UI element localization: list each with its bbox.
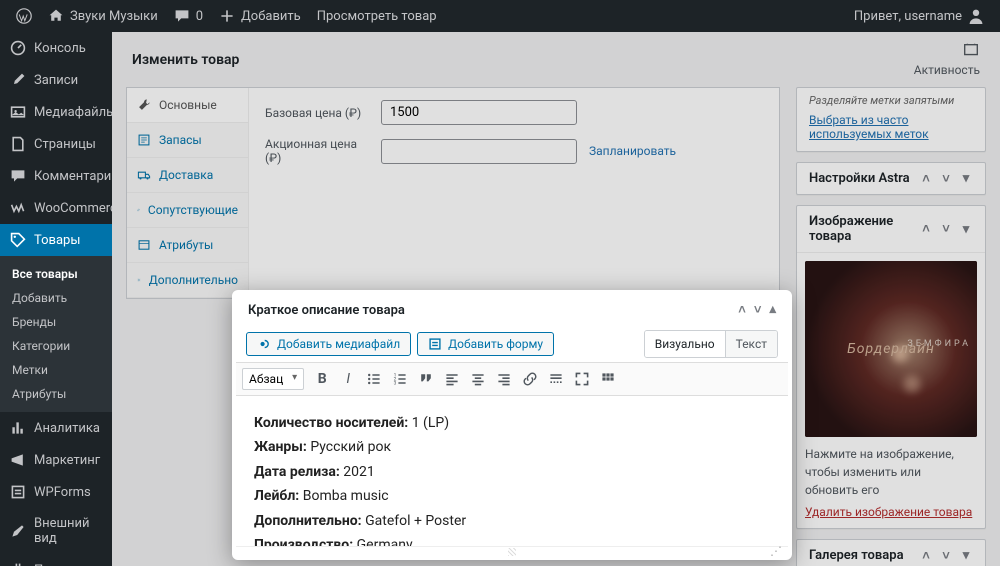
link-button[interactable] xyxy=(518,367,542,391)
caret-up-icon[interactable]: ▴ xyxy=(769,302,776,318)
admin-bar: Звуки Музыки 0 Добавить Просмотреть това… xyxy=(0,0,1000,32)
add-media-button[interactable]: Добавить медиафайл xyxy=(246,332,411,356)
editor-toolbar: Абзац B I 123 xyxy=(236,362,788,396)
more-button[interactable] xyxy=(544,367,568,391)
align-center-button[interactable] xyxy=(466,367,490,391)
view-product[interactable]: Просмотреть товар xyxy=(309,0,445,32)
sub-categories[interactable]: Категории xyxy=(0,334,112,358)
sub-attributes[interactable]: Атрибуты xyxy=(0,382,112,406)
ul-button[interactable] xyxy=(362,367,386,391)
nav-products[interactable]: Товары xyxy=(0,224,112,256)
sub-tags[interactable]: Метки xyxy=(0,358,112,382)
nav-products-sub: Все товары Добавить Бренды Категории Мет… xyxy=(0,256,112,412)
ol-button[interactable]: 123 xyxy=(388,367,412,391)
nav-posts[interactable]: Записи xyxy=(0,64,112,96)
bold-button[interactable]: B xyxy=(310,367,334,391)
quote-button[interactable] xyxy=(414,367,438,391)
nav-wpforms[interactable]: WPForms xyxy=(0,476,112,508)
sub-brands[interactable]: Бренды xyxy=(0,310,112,334)
editor-tab-visual[interactable]: Визуально xyxy=(645,331,726,357)
nav-marketing[interactable]: Маркетинг xyxy=(0,444,112,476)
fullscreen-button[interactable] xyxy=(570,367,594,391)
chevron-down-icon[interactable]: ˅ xyxy=(754,302,762,318)
nav-woocommerce[interactable]: WooCommerce xyxy=(0,192,112,224)
nav-dashboard[interactable]: Консоль xyxy=(0,32,112,64)
italic-button[interactable]: I xyxy=(336,367,360,391)
nav-media[interactable]: Медиафайлы xyxy=(0,96,112,128)
align-right-button[interactable] xyxy=(492,367,516,391)
align-left-button[interactable] xyxy=(440,367,464,391)
sub-add-product[interactable]: Добавить xyxy=(0,286,112,310)
sub-all-products[interactable]: Все товары xyxy=(0,262,112,286)
editor-content[interactable]: Количество носителей: 1 (LP) Жанры: Русс… xyxy=(236,396,788,546)
nav-analytics[interactable]: Аналитика xyxy=(0,412,112,444)
short-desc-title: Краткое описание товара xyxy=(248,303,405,318)
user-greeting[interactable]: Привет, username xyxy=(846,0,992,32)
chevron-up-icon[interactable]: ˄ xyxy=(738,302,746,318)
add-new[interactable]: Добавить xyxy=(211,0,309,32)
nav-plugins[interactable]: Плагины xyxy=(0,554,112,566)
nav-appearance[interactable]: Внешний вид xyxy=(0,508,112,554)
format-select[interactable]: Абзац xyxy=(242,368,304,390)
short-description-box: Краткое описание товара ˄ ˅ ▴ Добавить м… xyxy=(232,290,792,560)
nav-comments[interactable]: Комментарии xyxy=(0,160,112,192)
comments-link[interactable]: 0 xyxy=(166,0,211,32)
site-link[interactable]: Звуки Музыки xyxy=(40,0,166,32)
add-form-button[interactable]: Добавить форму xyxy=(417,332,554,356)
admin-sidenav: Консоль Записи Медиафайлы Страницы Комме… xyxy=(0,32,112,566)
toolbar-toggle-button[interactable] xyxy=(596,367,620,391)
resize-handle[interactable] xyxy=(236,546,788,556)
svg-text:3: 3 xyxy=(394,381,397,387)
nav-pages[interactable]: Страницы xyxy=(0,128,112,160)
editor-tab-text[interactable]: Текст xyxy=(726,331,777,357)
wp-logo[interactable] xyxy=(8,0,40,32)
